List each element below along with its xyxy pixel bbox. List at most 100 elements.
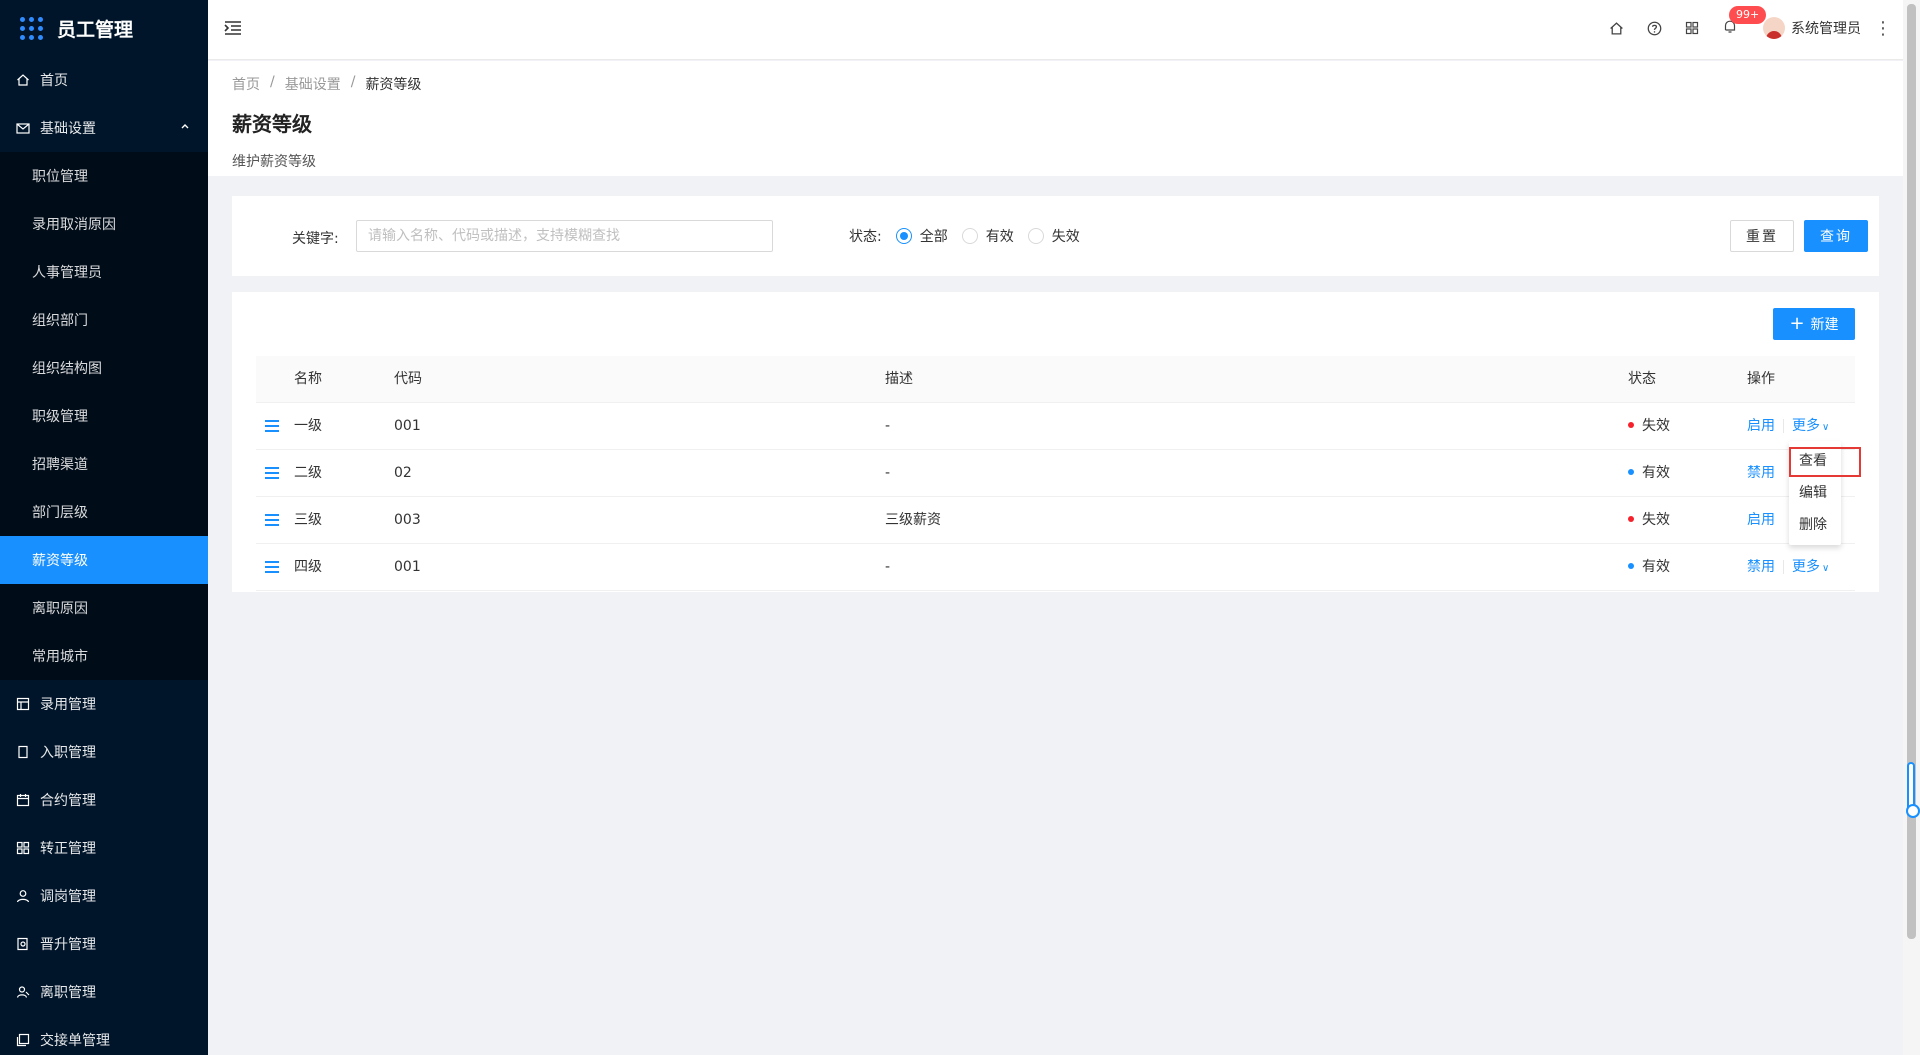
- sidebar-item-dept-level[interactable]: 部门层级: [0, 488, 208, 536]
- cell-code: 02: [394, 465, 412, 481]
- new-button-label: 新建: [1810, 317, 1839, 333]
- apps-grid-icon: [20, 16, 43, 40]
- cell-code: 003: [394, 512, 421, 528]
- table-row: 三级 003 三级薪资 失效 启用: [256, 497, 1855, 544]
- cell-status: 有效: [1628, 450, 1670, 497]
- user-icon: [16, 889, 30, 903]
- column-header-description: 描述: [885, 371, 913, 387]
- enable-link[interactable]: 启用: [1747, 418, 1775, 434]
- reset-button[interactable]: 重置: [1730, 220, 1794, 252]
- sidebar-item-contract[interactable]: 合约管理: [0, 776, 208, 824]
- sidebar-item-label: 离职原因: [32, 601, 88, 617]
- dropdown-item-edit[interactable]: 编辑: [1789, 477, 1841, 509]
- radio-checked-icon: [895, 228, 912, 244]
- sidebar-item-org-chart[interactable]: 组织结构图: [0, 344, 208, 392]
- sidebar-item-label: 招聘渠道: [32, 457, 88, 473]
- sidebar-item-transfer[interactable]: 调岗管理: [0, 872, 208, 920]
- drag-handle-icon[interactable]: [265, 450, 281, 497]
- sidebar-item-departments[interactable]: 组织部门: [0, 296, 208, 344]
- sidebar-item-label: 转正管理: [40, 841, 96, 857]
- status-radio-valid[interactable]: 有效: [961, 226, 1014, 246]
- more-dropdown-trigger[interactable]: 更多 ∨: [1792, 559, 1829, 575]
- sidebar-item-resignation[interactable]: 离职管理: [0, 968, 208, 1016]
- breadcrumb-basic-settings[interactable]: 基础设置: [285, 74, 341, 94]
- disable-link[interactable]: 禁用: [1747, 465, 1775, 481]
- sidebar-item-regularization[interactable]: 转正管理: [0, 824, 208, 872]
- menu-fold-icon[interactable]: [224, 20, 242, 40]
- cell-description: -: [885, 465, 891, 481]
- status-text: 失效: [1642, 418, 1670, 434]
- dropdown-item-delete[interactable]: 删除: [1789, 509, 1841, 541]
- drag-handle-icon[interactable]: [265, 544, 281, 591]
- sidebar-item-promotion[interactable]: 晋升管理: [0, 920, 208, 968]
- help-icon[interactable]: [1635, 0, 1673, 56]
- chevron-down-icon: ∨: [1822, 563, 1830, 574]
- user-leave-icon: [16, 985, 30, 999]
- cell-description: -: [885, 418, 891, 434]
- sidebar-group-basic-settings[interactable]: 基础设置: [0, 104, 208, 152]
- breadcrumb-separator: /: [270, 74, 275, 90]
- radio-icon: [1027, 228, 1044, 244]
- sidebar-item-cities[interactable]: 常用城市: [0, 632, 208, 680]
- status-radio-all[interactable]: 全部: [895, 226, 948, 246]
- page-title: 薪资等级: [232, 112, 312, 136]
- more-vertical-icon[interactable]: ⋮: [1873, 18, 1893, 39]
- cell-actions: 禁用: [1747, 450, 1775, 497]
- status-dot: [1628, 563, 1634, 569]
- cell-name: 四级: [294, 559, 322, 575]
- notification-badge: 99+: [1729, 6, 1767, 24]
- enable-link[interactable]: 启用: [1747, 512, 1775, 528]
- sidebar-item-handover[interactable]: 交接单管理: [0, 1016, 208, 1055]
- sidebar-item-salary-grade[interactable]: 薪资等级: [0, 536, 208, 584]
- status-radio-invalid[interactable]: 失效: [1027, 226, 1080, 246]
- app-logo[interactable]: 员工管理: [0, 0, 208, 56]
- cell-description: 三级薪资: [885, 512, 941, 528]
- breadcrumb-current: 薪资等级: [365, 77, 422, 93]
- chevron-down-icon: ∨: [1822, 422, 1830, 433]
- user-name[interactable]: 系统管理员: [1791, 18, 1861, 38]
- sidebar-item-hr-admin[interactable]: 人事管理员: [0, 248, 208, 296]
- status-text: 失效: [1642, 512, 1670, 528]
- drag-handle-icon[interactable]: [265, 497, 281, 544]
- disable-link[interactable]: 禁用: [1747, 559, 1775, 575]
- sidebar-item-rank[interactable]: 职级管理: [0, 392, 208, 440]
- calendar-icon: [16, 793, 30, 807]
- apps-icon[interactable]: [1673, 0, 1711, 56]
- sidebar-item-resign-reason[interactable]: 离职原因: [0, 584, 208, 632]
- keyword-label: 关键字:: [292, 231, 339, 247]
- column-header-name: 名称: [294, 371, 322, 387]
- file-icon: [16, 745, 30, 759]
- column-header-code: 代码: [394, 371, 422, 387]
- breadcrumb-separator: /: [350, 74, 356, 90]
- layout-icon: [16, 697, 30, 711]
- cell-name: 一级: [294, 418, 322, 434]
- scroll-handle-icon[interactable]: [1906, 762, 1920, 818]
- notification-button[interactable]: 99+: [1711, 0, 1767, 56]
- file-search-icon: [16, 937, 30, 951]
- sidebar-item-hiring[interactable]: 录用管理: [0, 680, 208, 728]
- sidebar-item-home[interactable]: 首页: [0, 56, 208, 104]
- sidebar-item-onboarding[interactable]: 入职管理: [0, 728, 208, 776]
- sidebar-item-cancel-reason[interactable]: 录用取消原因: [0, 200, 208, 248]
- drag-handle-icon[interactable]: [265, 403, 281, 450]
- keyword-input[interactable]: [356, 220, 773, 252]
- mail-icon: [16, 121, 30, 135]
- sidebar-item-label: 常用城市: [32, 649, 88, 665]
- vertical-scrollbar[interactable]: [1903, 0, 1920, 1055]
- column-header-actions: 操作: [1747, 371, 1775, 387]
- breadcrumb: 首页 / 基础设置 / 薪资等级: [232, 74, 1879, 94]
- table-panel: + 新建 名称 代码 描述 状态 操作 一级 001 - 失效 启用 更多 ∨ 二级…: [232, 292, 1879, 592]
- app-title: 员工管理: [57, 18, 134, 41]
- new-button[interactable]: + 新建: [1773, 308, 1855, 340]
- chevron-up-icon: [180, 120, 190, 134]
- more-dropdown-trigger[interactable]: 更多 ∨: [1792, 418, 1829, 434]
- sidebar-item-label: 组织部门: [32, 313, 88, 329]
- sidebar-item-position[interactable]: 职位管理: [0, 152, 208, 200]
- highlight-box: [1789, 447, 1861, 477]
- breadcrumb-home[interactable]: 首页: [232, 74, 260, 94]
- sidebar-item-label: 组织结构图: [32, 361, 102, 377]
- avatar[interactable]: [1763, 17, 1785, 39]
- home-icon[interactable]: [1597, 0, 1635, 56]
- query-button[interactable]: 查询: [1804, 220, 1868, 252]
- sidebar-item-channels[interactable]: 招聘渠道: [0, 440, 208, 488]
